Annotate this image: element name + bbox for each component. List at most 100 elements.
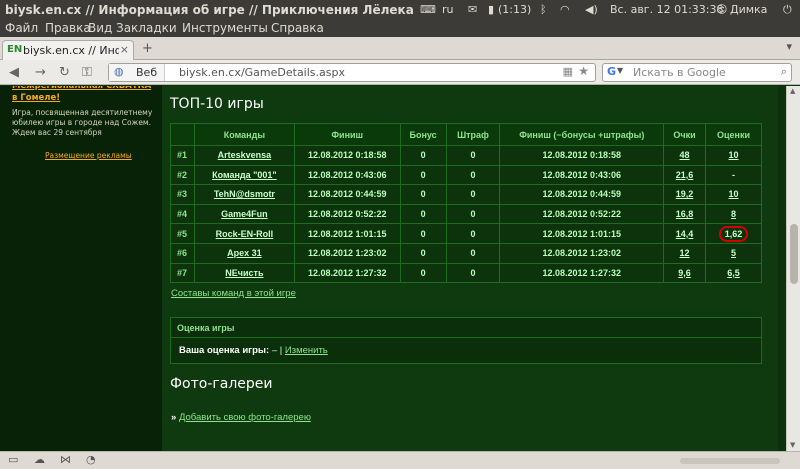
- volume-icon[interactable]: ◀): [585, 3, 598, 16]
- search-input[interactable]: Искать в Google: [633, 66, 726, 79]
- menu-edit[interactable]: Правка: [45, 21, 91, 35]
- clock[interactable]: Вс. авг. 12 01:33:38: [610, 3, 723, 16]
- rating-link[interactable]: 5: [705, 242, 762, 264]
- user-name[interactable]: Димка: [730, 3, 767, 16]
- rating-link[interactable]: 1,62: [718, 225, 749, 242]
- speed-icon[interactable]: ◔: [86, 453, 96, 466]
- window-title: biysk.en.cx // Информация об игре // При…: [5, 3, 415, 17]
- finish-cell: 12.08.2012 0:18:58: [293, 145, 401, 166]
- col-net-finish: Финиш (−бонусы +штрафы): [499, 123, 665, 146]
- horizontal-scrollbar[interactable]: [680, 458, 780, 464]
- share-icon[interactable]: ⋈: [60, 453, 71, 466]
- rating-link[interactable]: 6,5: [705, 262, 762, 284]
- points-link[interactable]: 12: [663, 242, 707, 264]
- menu-file[interactable]: Файл: [5, 21, 38, 35]
- user-icon[interactable]: ☺: [716, 3, 727, 16]
- menu-bookmarks[interactable]: Закладки: [116, 21, 177, 35]
- close-tab-icon[interactable]: ×: [120, 43, 129, 56]
- points-link[interactable]: 21,6: [663, 164, 707, 186]
- finish-cell: 12.08.2012 0:43:06: [293, 164, 401, 186]
- points-link[interactable]: 16,8: [663, 203, 707, 225]
- page-content: Межрегиональная СХВАТКА в Гомеле! Игра, …: [0, 86, 800, 451]
- net-finish-cell: 12.08.2012 0:44:59: [499, 184, 665, 205]
- url-text[interactable]: biysk.en.cx/GameDetails.aspx: [179, 66, 345, 79]
- add-gallery: » Добавить свою фото-галерею: [171, 412, 311, 423]
- menu-tools[interactable]: Инструменты: [182, 21, 268, 35]
- vertical-scrollbar[interactable]: ▲ ▼: [786, 86, 800, 451]
- your-rating-label: Ваша оценка игры:: [179, 345, 270, 356]
- bonus-cell: 0: [399, 242, 447, 264]
- col-points: Очки: [663, 123, 707, 146]
- penalty-cell: 0: [445, 164, 501, 186]
- rss-icon[interactable]: ▦: [563, 65, 573, 78]
- rating-link[interactable]: 10: [705, 184, 762, 205]
- team-link[interactable]: Команда "001": [193, 164, 295, 186]
- new-tab-button[interactable]: +: [142, 41, 153, 56]
- menu-view[interactable]: Вид: [88, 21, 112, 35]
- rank-cell: #2: [170, 164, 195, 186]
- mail-icon[interactable]: ✉: [468, 3, 477, 16]
- team-link[interactable]: Apex 31: [193, 242, 295, 264]
- penalty-cell: 0: [445, 184, 501, 205]
- rank-cell: #4: [170, 203, 195, 225]
- bonus-cell: 0: [399, 184, 447, 205]
- team-link[interactable]: Rock-EN-Roll: [193, 223, 295, 244]
- change-rating-link[interactable]: Изменить: [285, 345, 328, 356]
- addon-bar: ▭ ☁ ⋈ ◔: [0, 451, 800, 469]
- reload-icon[interactable]: ↻: [59, 65, 70, 80]
- ad-placement-link[interactable]: Размещение рекламы: [45, 151, 132, 160]
- google-icon[interactable]: G: [607, 65, 616, 78]
- table-row: #2 Команда "001" 12.08.2012 0:43:06 0 0 …: [170, 164, 762, 186]
- address-bar[interactable]: ◍ Веб biysk.en.cx/GameDetails.aspx ▦ ★: [108, 63, 596, 82]
- rating-link[interactable]: 10: [705, 145, 762, 166]
- rank-cell: #3: [170, 184, 195, 205]
- key-icon[interactable]: ⚿: [82, 65, 92, 80]
- power-icon[interactable]: ⏻: [783, 3, 792, 17]
- battery-icon[interactable]: ▮: [488, 3, 494, 16]
- chevron-down-icon[interactable]: ▼: [617, 66, 623, 75]
- scroll-up-icon[interactable]: ▲: [790, 87, 795, 95]
- net-finish-cell: 12.08.2012 0:18:58: [499, 145, 665, 166]
- points-link[interactable]: 19,2: [663, 184, 707, 205]
- penalty-cell: 0: [445, 242, 501, 264]
- cloud-icon[interactable]: ☁: [34, 453, 45, 466]
- scroll-down-icon[interactable]: ▼: [790, 441, 795, 449]
- team-link[interactable]: Arteskvensa: [193, 145, 295, 166]
- menu-bar: Файл Правка Вид Закладки Инструменты Спр…: [0, 21, 800, 37]
- wifi-icon[interactable]: ◠: [560, 3, 570, 16]
- forward-icon[interactable]: →: [35, 65, 46, 80]
- scrollbar-thumb[interactable]: [790, 224, 798, 284]
- tab-list-icon[interactable]: ▾: [786, 40, 792, 53]
- points-link[interactable]: 14,4: [663, 223, 707, 244]
- ad-title[interactable]: Межрегиональная СХВАТКА в Гомеле!: [12, 86, 152, 104]
- tab-bar: EN biysk.en.cx // Инф… × + ▾: [0, 37, 800, 60]
- points-link[interactable]: 9,6: [663, 262, 707, 284]
- team-link[interactable]: NEчисть: [193, 262, 295, 284]
- menu-help[interactable]: Справка: [271, 21, 324, 35]
- table-row: #6 Apex 31 12.08.2012 1:23:02 0 0 12.08.…: [170, 242, 762, 264]
- search-icon[interactable]: ⌕: [781, 65, 787, 79]
- table-header-row: Команды Финиш Бонус Штраф Финиш (−бонусы…: [170, 123, 762, 146]
- bluetooth-icon[interactable]: ᛒ: [540, 3, 547, 16]
- tab-active[interactable]: EN biysk.en.cx // Инф… ×: [2, 40, 134, 60]
- keyboard-icon[interactable]: ⌨: [420, 3, 436, 16]
- back-icon[interactable]: ◀: [9, 65, 19, 80]
- page-icon[interactable]: ▭: [8, 453, 18, 466]
- team-link[interactable]: Game4Fun: [193, 203, 295, 225]
- points-link[interactable]: 48: [663, 145, 707, 166]
- identity-label: Веб: [136, 66, 158, 79]
- col-team: Команды: [193, 123, 295, 146]
- add-gallery-link[interactable]: Добавить свою фото-галерею: [179, 412, 311, 423]
- col-finish: Финиш: [293, 123, 401, 146]
- table-row: #1 Arteskvensa 12.08.2012 0:18:58 0 0 12…: [170, 145, 762, 166]
- bookmark-star-icon[interactable]: ★: [578, 64, 589, 78]
- team-link[interactable]: TehN@dsmotr: [193, 184, 295, 205]
- search-box[interactable]: G ▼ Искать в Google ⌕: [602, 63, 792, 82]
- rating-link[interactable]: 8: [705, 203, 762, 225]
- finish-cell: 12.08.2012 0:52:22: [293, 203, 401, 225]
- bonus-cell: 0: [399, 203, 447, 225]
- site-identity-button[interactable]: ◍ Веб: [109, 64, 165, 81]
- team-rosters-link[interactable]: Составы команд в этой игре: [171, 288, 296, 299]
- table-row: #5 Rock-EN-Roll 12.08.2012 1:01:15 0 0 1…: [170, 223, 762, 244]
- keyboard-layout[interactable]: ru: [442, 3, 454, 16]
